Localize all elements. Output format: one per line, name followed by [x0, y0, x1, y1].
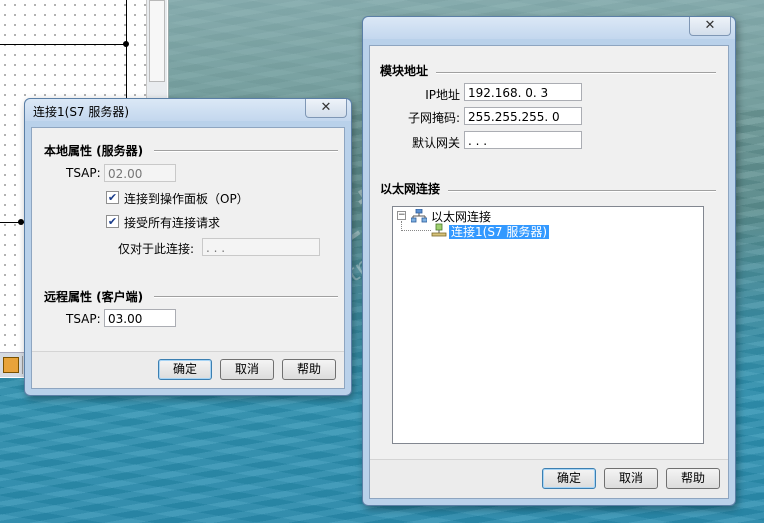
remote-tsap-field[interactable]: 03.00 — [104, 309, 176, 327]
s7-server-connection-dialog: 连接1(S7 服务器) ✕ 本地属性 (服务器) TSAP: 02.00 ✔ 连… — [24, 98, 352, 396]
close-icon: ✕ — [320, 100, 332, 115]
tree-expander-icon[interactable]: − — [397, 211, 406, 220]
local-tsap-field[interactable]: 02.00 — [104, 164, 176, 182]
dialog-titlebar[interactable] — [363, 17, 735, 39]
dialog-content: 本地属性 (服务器) TSAP: 02.00 ✔ 连接到操作面板（OP） ✔ 接… — [31, 127, 345, 389]
close-button[interactable]: ✕ — [305, 99, 347, 118]
group-divider — [154, 150, 338, 152]
group-divider — [436, 72, 716, 74]
ethernet-properties-dialog: ✕ 模块地址 IP地址 192.168. 0. 3 子网掩码: 255.255.… — [362, 16, 736, 506]
group-divider — [448, 190, 716, 192]
close-button[interactable]: ✕ — [689, 17, 731, 36]
default-gateway-label: 默认网关 — [411, 136, 460, 150]
dialog-titlebar[interactable]: 连接1(S7 服务器) — [25, 99, 351, 121]
accept-all-label: 接受所有连接请求 — [124, 216, 221, 230]
cancel-button[interactable]: 取消 — [220, 359, 274, 380]
subnet-mask-field[interactable]: 255.255.255. 0 — [464, 107, 582, 125]
dialog-button-bar: 确定 取消 帮助 — [370, 459, 728, 498]
default-gateway-field[interactable]: . . . — [464, 131, 582, 149]
module-address-title: 模块地址 — [380, 64, 429, 78]
ip-address-field[interactable]: 192.168. 0. 3 — [464, 83, 582, 101]
connection-icon — [431, 223, 447, 237]
dialog-content: 模块地址 IP地址 192.168. 0. 3 子网掩码: 255.255.25… — [369, 45, 729, 499]
tree-item-label: 以太网连接 — [431, 210, 492, 224]
dialog-title: 连接1(S7 服务器) — [33, 105, 130, 119]
tree-item-connection-1[interactable]: 连接1(S7 服务器) — [449, 223, 550, 240]
only-for-connection-field[interactable]: . . . — [202, 238, 320, 256]
tree-connector-line — [401, 230, 431, 232]
editor-tool-icon[interactable] — [3, 357, 19, 373]
remote-properties-title: 远程属性 (客户端) — [44, 290, 144, 304]
editor-scroll-thumb[interactable] — [149, 0, 165, 82]
local-tsap-label: TSAP: — [66, 166, 101, 180]
remote-tsap-label: TSAP: — [66, 312, 101, 326]
ok-button[interactable]: 确定 — [158, 359, 212, 380]
local-properties-title: 本地属性 (服务器) — [44, 144, 144, 158]
subnet-mask-label: 子网掩码: — [407, 111, 460, 125]
close-icon: ✕ — [704, 18, 716, 33]
group-divider — [154, 296, 338, 298]
ip-address-label: IP地址 — [425, 88, 460, 102]
cancel-button[interactable]: 取消 — [604, 468, 658, 489]
connection-tree[interactable]: − 以太网连接 连接1(S7 服务器) — [392, 206, 704, 444]
help-button[interactable]: 帮助 — [282, 359, 336, 380]
editor-junction-node — [123, 41, 129, 47]
connect-op-label: 连接到操作面板（OP） — [124, 192, 249, 206]
statusbar-separator — [22, 356, 23, 374]
connect-op-checkbox[interactable]: ✔ — [106, 191, 119, 204]
help-button[interactable]: 帮助 — [666, 468, 720, 489]
only-for-connection-label: 仅对于此连接: — [118, 242, 195, 256]
tree-item-label: 连接1(S7 服务器) — [449, 225, 550, 239]
network-icon — [411, 209, 427, 223]
ethernet-connections-title: 以太网连接 — [380, 182, 441, 196]
accept-all-checkbox[interactable]: ✔ — [106, 215, 119, 228]
dialog-button-bar: 确定 取消 帮助 — [32, 351, 344, 388]
editor-wire-horizontal — [0, 44, 128, 45]
ok-button[interactable]: 确定 — [542, 468, 596, 489]
